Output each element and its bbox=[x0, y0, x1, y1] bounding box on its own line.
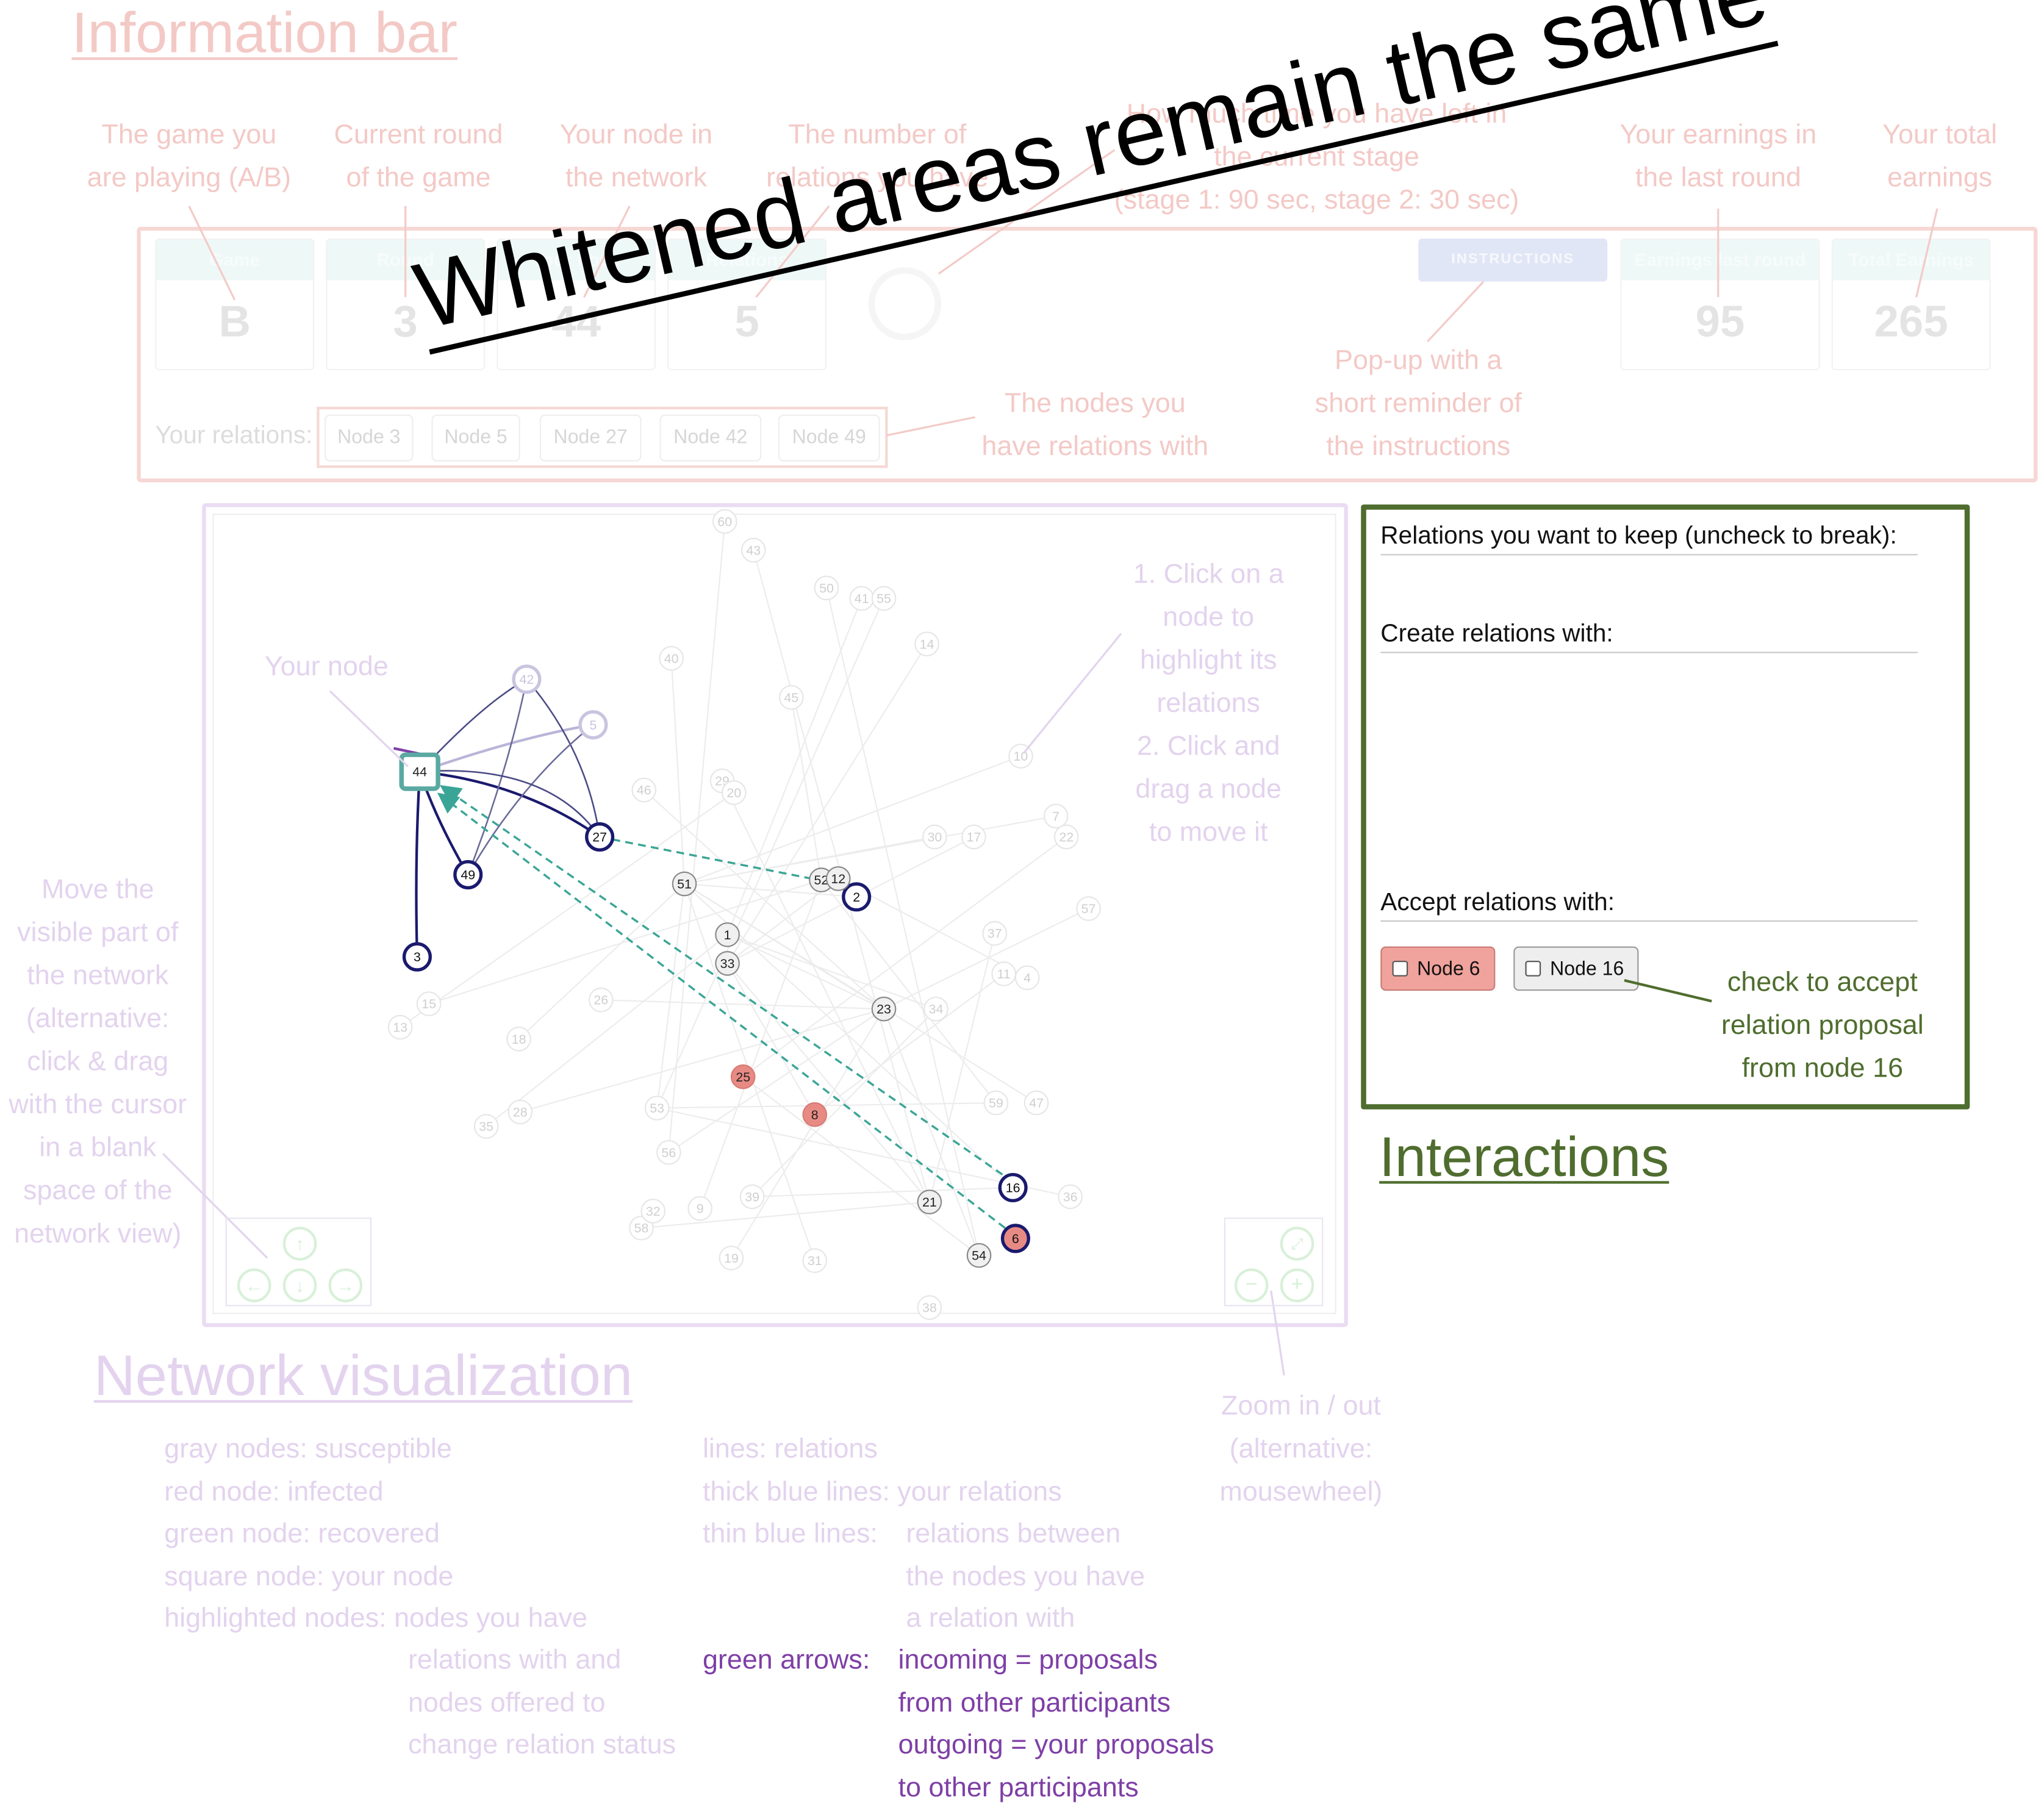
annotation-zoom: Zoom in / out (alternative: mousewheel) bbox=[1197, 1385, 1405, 1514]
legend-line: relations with and bbox=[407, 1645, 622, 1676]
annotation-line: space of the bbox=[23, 1175, 173, 1206]
network-node[interactable]: 9 bbox=[687, 1196, 712, 1221]
legend-column-1: gray nodes: susceptible red node: infect… bbox=[164, 1429, 587, 1640]
relation-edge bbox=[641, 1201, 930, 1229]
node-label: 38 bbox=[922, 1300, 937, 1315]
node-label: 21 bbox=[922, 1195, 937, 1210]
annotated-screenshot: Information bar The game you are playing… bbox=[0, 0, 2044, 1811]
legend-line: square node: your node bbox=[164, 1561, 454, 1591]
node-label: 39 bbox=[745, 1189, 759, 1204]
network-node[interactable]: 39 bbox=[739, 1184, 765, 1210]
node-label: 32 bbox=[646, 1204, 661, 1219]
network-node[interactable]: 16 bbox=[998, 1172, 1028, 1203]
node-label: 6 bbox=[1012, 1232, 1019, 1246]
legend-green-arrows-label: green arrows: bbox=[702, 1645, 870, 1676]
annotation-line: network view) bbox=[14, 1219, 182, 1249]
legend-line: outgoing = your proposals bbox=[898, 1730, 1214, 1760]
pan-up-icon[interactable]: ↑ bbox=[282, 1227, 317, 1261]
network-node[interactable]: 38 bbox=[917, 1295, 942, 1320]
legend-line: a relation with bbox=[906, 1603, 1075, 1633]
node-label: 58 bbox=[634, 1221, 649, 1236]
pan-down-icon[interactable]: ↓ bbox=[282, 1268, 317, 1303]
annotation-check-accept: check to accept relation proposal from n… bbox=[1694, 961, 1950, 1090]
legend-line: green node: recovered bbox=[164, 1518, 440, 1549]
network-node[interactable]: 32 bbox=[640, 1199, 666, 1224]
annotation-line: relation proposal bbox=[1721, 1010, 1924, 1041]
node-label: 31 bbox=[808, 1253, 822, 1268]
network-node[interactable]: 31 bbox=[802, 1248, 828, 1273]
zoom-in-icon[interactable]: + bbox=[1280, 1268, 1314, 1303]
interactions-title: Interactions bbox=[1379, 1126, 1669, 1189]
legend-line: thick blue lines: your relations bbox=[702, 1476, 1062, 1507]
legend-green-arrows: incoming = proposals from other particip… bbox=[898, 1640, 1214, 1810]
legend-line: nodes offered to bbox=[407, 1687, 606, 1718]
legend-column-2-continued: relations between the nodes you have a r… bbox=[906, 1513, 1145, 1640]
annotation-line: from node 16 bbox=[1741, 1053, 1904, 1084]
annotation-line: check to accept bbox=[1727, 967, 1918, 997]
legend-line: relations between bbox=[906, 1518, 1121, 1549]
node-label: 16 bbox=[1006, 1180, 1020, 1195]
legend-column-1-continued: relations with and nodes offered to chan… bbox=[408, 1640, 676, 1767]
legend-line: incoming = proposals bbox=[898, 1645, 1158, 1676]
network-node[interactable]: 19 bbox=[719, 1246, 744, 1271]
network-node[interactable]: 21 bbox=[917, 1189, 942, 1214]
legend-line: from other participants bbox=[898, 1687, 1171, 1718]
legend-line: the nodes you have bbox=[906, 1561, 1146, 1591]
legend-line: lines: relations bbox=[702, 1433, 878, 1465]
network-node[interactable]: 54 bbox=[966, 1243, 992, 1268]
network-node[interactable]: 36 bbox=[1058, 1184, 1083, 1210]
legend-line: red node: infected bbox=[164, 1476, 384, 1507]
node-label: 19 bbox=[724, 1251, 739, 1266]
network-visualization-title: Network visualization bbox=[93, 1344, 633, 1408]
pan-right-icon[interactable]: → bbox=[328, 1268, 363, 1303]
legend-line: change relation status bbox=[407, 1730, 676, 1760]
annotation-line: mousewheel) bbox=[1219, 1477, 1383, 1507]
node-label: 9 bbox=[697, 1202, 704, 1216]
node-label: 36 bbox=[1063, 1189, 1078, 1204]
node-label: 54 bbox=[972, 1249, 986, 1263]
legend-line: gray nodes: susceptible bbox=[164, 1433, 452, 1465]
zoom-out-icon[interactable]: − bbox=[1234, 1268, 1269, 1303]
legend-line: to other participants bbox=[898, 1772, 1139, 1802]
annotation-line: (alternative: bbox=[1229, 1433, 1373, 1465]
zoom-fit-icon[interactable]: ⤢ bbox=[1280, 1227, 1314, 1261]
network-node[interactable]: 6 bbox=[1000, 1224, 1030, 1253]
annotation-line: Zoom in / out bbox=[1221, 1391, 1381, 1421]
pan-left-icon[interactable]: ← bbox=[237, 1268, 271, 1303]
legend-line: highlighted nodes: nodes you have bbox=[164, 1603, 588, 1633]
